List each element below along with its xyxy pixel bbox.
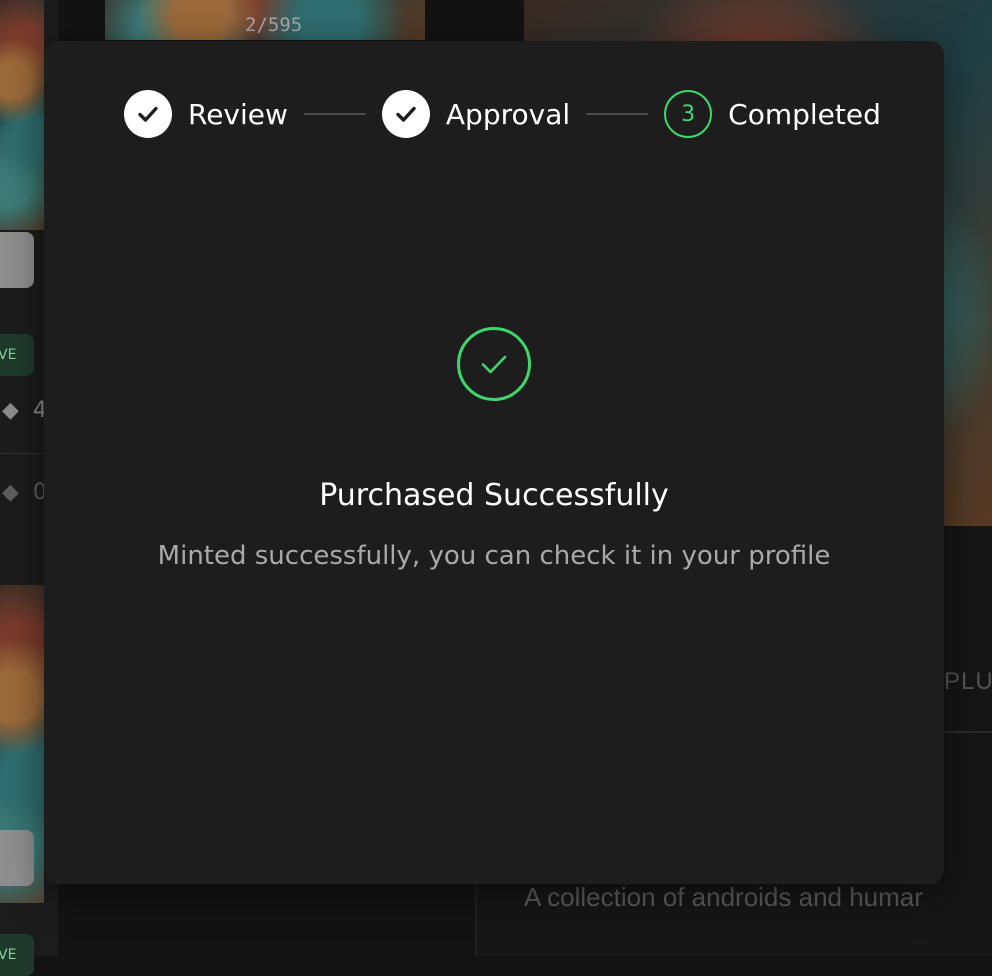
step-done-indicator [124, 90, 172, 138]
nft-artwork-thumbnail [0, 0, 44, 230]
purchase-modal: Review Approval 3 Completed Purchased Su… [44, 41, 944, 884]
card-action-button [0, 830, 34, 886]
step-connector [586, 113, 649, 115]
check-circle-icon [457, 327, 531, 401]
nft-artwork-main: 2/595 [105, 0, 425, 40]
divider [0, 453, 44, 454]
step-approval: Approval [381, 90, 571, 138]
step-connector [303, 113, 366, 115]
card-action-button [0, 232, 34, 288]
price-value: ◆ 0 [2, 480, 47, 505]
step-label: Completed [728, 97, 881, 131]
check-icon [396, 106, 416, 122]
eth-icon: ◆ [2, 480, 19, 505]
success-title: Purchased Successfully [319, 478, 669, 513]
collection-description: A collection of androids and humar [524, 882, 923, 912]
price-value: ◆ 4 [2, 398, 47, 423]
step-number-indicator: 3 [664, 90, 713, 138]
eth-icon: ◆ [2, 398, 19, 423]
purchase-stepper: Review Approval 3 Completed [124, 88, 881, 140]
live-badge: VE [0, 934, 34, 976]
step-label: Approval [445, 97, 571, 131]
step-review: Review [124, 90, 288, 138]
step-completed: 3 Completed [664, 90, 881, 138]
check-icon [138, 106, 158, 122]
mint-counter: 2/595 [245, 14, 303, 36]
step-label: Review [188, 97, 288, 131]
step-done-indicator [381, 90, 430, 138]
live-badge: VE [0, 334, 34, 376]
divider [944, 731, 992, 733]
check-icon [481, 355, 507, 374]
tab-partial: PLU [944, 668, 992, 695]
success-message: Minted successfully, you can check it in… [157, 541, 831, 571]
